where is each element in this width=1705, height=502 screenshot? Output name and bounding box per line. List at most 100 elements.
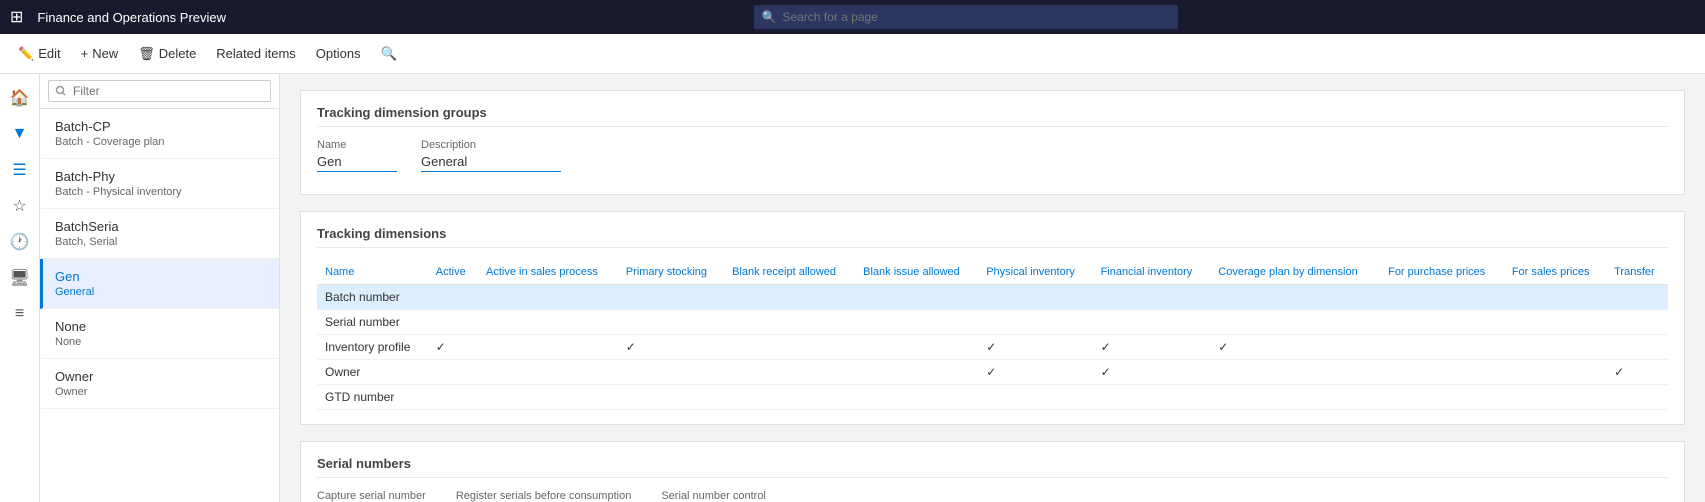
table-cell: [1504, 360, 1606, 385]
checkmark-icon: ✓: [1101, 365, 1111, 379]
serial-row: Capture serial number None Register seri…: [317, 490, 1668, 502]
home-icon[interactable]: 🏠: [2, 82, 38, 114]
star-icon[interactable]: ☆: [2, 190, 38, 222]
sidebar-item-none[interactable]: None None: [40, 309, 279, 359]
table-cell: Inventory profile: [317, 335, 428, 360]
checkmark-icon: ✓: [1101, 340, 1111, 354]
table-row[interactable]: Owner ✓ ✓ ✓: [317, 360, 1668, 385]
table-row[interactable]: Batch number: [317, 285, 1668, 310]
page-layout: 🏠 ▼ ☰ ☆ 🕐 🖥 ≡ Batch-CP Batch - Coverage …: [0, 74, 1705, 502]
delete-button[interactable]: 🗑 Delete: [130, 42, 204, 66]
table-row[interactable]: Serial number: [317, 310, 1668, 335]
edit-icon: ✏️: [18, 46, 34, 62]
table-cell: [1606, 285, 1668, 310]
checkmark-icon: ✓: [626, 340, 636, 354]
sidebar-item-batch-phy[interactable]: Batch-Phy Batch - Physical inventory: [40, 159, 279, 209]
sidebar-item-owner[interactable]: Owner Owner: [40, 359, 279, 409]
col-purchase: For purchase prices: [1380, 260, 1504, 285]
table-cell: [428, 360, 478, 385]
col-physical: Physical inventory: [978, 260, 1092, 285]
table-cell: [1210, 310, 1380, 335]
table-cell: [478, 360, 618, 385]
col-sales: For sales prices: [1504, 260, 1606, 285]
name-label: Name: [317, 139, 397, 151]
table-cell: [1380, 385, 1504, 410]
sidebar-item-batch-cp[interactable]: Batch-CP Batch - Coverage plan: [40, 109, 279, 159]
table-cell: [855, 285, 978, 310]
sidebar-item-batchseria[interactable]: BatchSeria Batch, Serial: [40, 209, 279, 259]
screen-icon[interactable]: 🖥: [2, 262, 38, 294]
apps-grid-icon[interactable]: ⊞: [10, 7, 23, 27]
sidebar-item-gen[interactable]: Gen General: [40, 259, 279, 309]
sidebar-item-desc: None: [55, 336, 267, 348]
table-cell: [724, 285, 855, 310]
filter-input[interactable]: [48, 80, 271, 102]
table-cell: [1606, 385, 1668, 410]
new-button[interactable]: + New: [73, 42, 127, 65]
col-transfer: Transfer: [1606, 260, 1668, 285]
table-cell: ✓: [1093, 360, 1211, 385]
command-bar: ✏️ Edit + New 🗑 Delete Related items Opt…: [0, 34, 1705, 74]
delete-icon: 🗑: [138, 46, 155, 62]
col-financial: Financial inventory: [1093, 260, 1211, 285]
table-cell: [618, 310, 724, 335]
table-cell: GTD number: [317, 385, 428, 410]
sidebar: Batch-CP Batch - Coverage plan Batch-Phy…: [40, 74, 280, 502]
name-field: Name Gen: [317, 139, 397, 172]
desc-value: General: [421, 154, 561, 172]
tracking-dimensions-section: Tracking dimensions Name Active Active i…: [300, 211, 1685, 425]
table-cell: [724, 310, 855, 335]
cmd-search-button[interactable]: 🔍: [373, 42, 406, 66]
table-row[interactable]: GTD number: [317, 385, 1668, 410]
table-cell: [478, 310, 618, 335]
table-cell: [1504, 335, 1606, 360]
table-cell: [1606, 310, 1668, 335]
col-active: Active: [428, 260, 478, 285]
recent-icon[interactable]: 🕐: [2, 226, 38, 258]
related-items-button[interactable]: Related items: [208, 42, 303, 65]
serial-numbers-section: Serial numbers Capture serial number Non…: [300, 441, 1685, 502]
table-cell: [978, 385, 1092, 410]
filter-icon[interactable]: ▼: [2, 118, 38, 150]
desc-field: Description General: [421, 139, 561, 172]
edit-button[interactable]: ✏️ Edit: [10, 42, 69, 66]
table-cell: [978, 310, 1092, 335]
table-row[interactable]: Inventory profile✓✓✓✓✓: [317, 335, 1668, 360]
list-icon[interactable]: ☰: [2, 154, 38, 186]
options-button[interactable]: Options: [308, 42, 369, 65]
search-box[interactable]: 🔍: [754, 5, 1178, 29]
table-cell: [1093, 285, 1211, 310]
table-cell: ✓: [618, 335, 724, 360]
checkmark-icon: ✓: [986, 365, 996, 379]
table-cell: [428, 310, 478, 335]
col-blank-receipt: Blank receipt allowed: [724, 260, 855, 285]
table-cell: [855, 310, 978, 335]
checkmark-icon: ✓: [1614, 365, 1624, 379]
table-cell: Owner: [317, 360, 428, 385]
sidebar-item-name: None: [55, 319, 267, 334]
main-content: Tracking dimension groups Name Gen Descr…: [280, 74, 1705, 502]
table-cell: [1504, 310, 1606, 335]
search-input[interactable]: [782, 10, 1169, 24]
tracking-dimensions-title: Tracking dimensions: [317, 226, 1668, 248]
app-title: Finance and Operations Preview: [37, 10, 226, 25]
edit-label: Edit: [38, 46, 60, 61]
tracking-dimension-groups-section: Tracking dimension groups Name Gen Descr…: [300, 90, 1685, 195]
sidebar-item-desc: General: [55, 286, 267, 298]
table-cell: [1504, 285, 1606, 310]
delete-label: Delete: [159, 46, 197, 61]
table-cell: [478, 385, 618, 410]
options-label: Options: [316, 46, 361, 61]
new-icon: +: [81, 46, 89, 61]
capture-field: Capture serial number None: [317, 490, 426, 502]
table-cell: [1504, 385, 1606, 410]
table-cell: [1380, 285, 1504, 310]
table-cell: [478, 285, 618, 310]
col-coverage: Coverage plan by dimension: [1210, 260, 1380, 285]
sidebar-item-name: Batch-CP: [55, 119, 267, 134]
menu-icon[interactable]: ≡: [2, 298, 38, 330]
sidebar-item-name: Owner: [55, 369, 267, 384]
col-primary: Primary stocking: [618, 260, 724, 285]
table-cell: [1093, 310, 1211, 335]
checkmark-icon: ✓: [986, 340, 996, 354]
